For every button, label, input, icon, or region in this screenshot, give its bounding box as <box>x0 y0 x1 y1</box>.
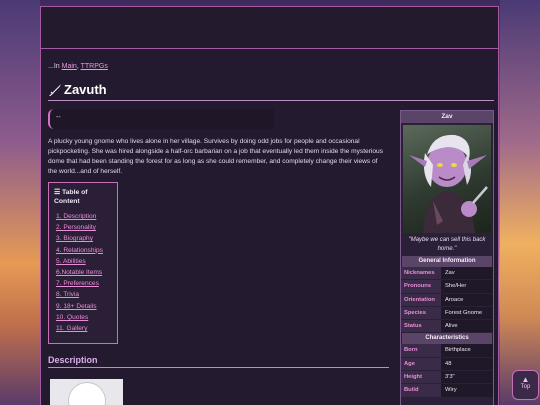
dagger-icon <box>49 83 61 96</box>
breadcrumb-prefix: ...In <box>48 63 60 70</box>
gnome-portrait-illustration <box>409 134 488 233</box>
infobox-value: She/Her <box>441 280 493 293</box>
character-portrait[interactable] <box>403 125 491 233</box>
page-title-text: Zavuth <box>64 82 107 97</box>
arrow-up-icon: ▲ <box>521 375 530 384</box>
infobox-value: 3'3" <box>441 371 493 384</box>
toc-item-description[interactable]: 1. Description <box>56 211 112 222</box>
infobox-row: Build Wiry <box>401 384 493 398</box>
infobox-key: Height <box>401 371 441 384</box>
infobox-value: Alive <box>441 320 493 333</box>
background-sky-left <box>0 0 40 405</box>
characteristics-heading: Characteristics <box>402 333 492 345</box>
toc-item-18-details[interactable]: 9. 18+ Details <box>56 301 112 312</box>
list-icon: ☰ <box>54 189 61 196</box>
infobox-row: Nicknames Zav <box>401 267 493 281</box>
infobox-row: Species Forest Gnome <box>401 306 493 321</box>
toc-item-relationships[interactable]: 4. Relationships <box>56 245 112 256</box>
infobox-key: Born <box>401 344 441 357</box>
infobox-key: Build <box>401 384 441 397</box>
infobox-value: Aroace <box>441 293 493 306</box>
infobox-row: Height 3'3" <box>401 371 493 385</box>
infobox-key: Age <box>401 357 441 371</box>
intro-paragraph: A plucky young gnome who lives alone in … <box>48 138 384 175</box>
toc-item-biography[interactable]: 3. Biography <box>56 233 112 244</box>
character-infobox: Zav "Maybe we can sell this back home." … <box>400 110 494 405</box>
toc-item-quotes[interactable]: 10. Quotes <box>56 312 112 323</box>
section-divider <box>48 367 389 368</box>
toc-item-trivia[interactable]: 8. Trivia <box>56 289 112 300</box>
quote-box: -- <box>48 109 274 129</box>
image-placeholder-icon <box>68 382 106 405</box>
infobox-row: Born Birthplace <box>401 344 493 358</box>
table-of-contents: ☰ Table of Content 1. Description 2. Per… <box>48 182 118 344</box>
infobox-value: Zav <box>441 267 493 280</box>
section-heading-description: Description <box>48 355 98 365</box>
breadcrumb: ...In Main, TTRPGs <box>48 63 108 70</box>
infobox-value: Birthplace <box>441 344 493 357</box>
toc-item-abilities[interactable]: 5. Abilities <box>56 256 112 267</box>
infobox-row: Age 48 <box>401 357 493 372</box>
infobox-key: Orientation <box>401 293 441 306</box>
breadcrumb-link-main[interactable]: Main <box>62 63 77 70</box>
article-page: ...In Main, TTRPGs Zavuth -- A plucky yo… <box>40 49 499 405</box>
infobox-row: Status Alive <box>401 320 493 334</box>
site-header <box>40 6 499 49</box>
toc-title: ☰ Table of Content <box>54 188 112 206</box>
back-to-top-button[interactable]: ▲ Top <box>512 370 539 400</box>
background-sky-right <box>500 0 540 405</box>
infobox-value: 48 <box>441 357 493 371</box>
toc-item-personality[interactable]: 2. Personality <box>56 222 112 233</box>
title-divider <box>48 100 494 101</box>
infobox-key: Nicknames <box>401 267 441 280</box>
infobox-title: Zav <box>401 111 493 123</box>
infobox-value: Wiry <box>441 384 493 397</box>
toc-item-gallery[interactable]: 11. Gallery <box>56 323 112 334</box>
infobox-value: Forest Gnome <box>441 306 493 320</box>
general-info-heading: General Information <box>402 256 492 267</box>
toc-title-text: Table of Content <box>54 189 88 205</box>
infobox-key: Species <box>401 306 441 320</box>
toc-item-preferences[interactable]: 7. Preferences <box>56 278 112 289</box>
description-image[interactable] <box>50 379 123 405</box>
infobox-row: Orientation Aroace <box>401 293 493 307</box>
toc-item-notable-items[interactable]: 6.Notable Items <box>56 267 112 278</box>
portrait-caption: "Maybe we can sell this back home." <box>408 237 486 252</box>
quote-text: -- <box>56 114 61 121</box>
breadcrumb-link-ttrpgs[interactable]: TTRPGs <box>81 63 108 70</box>
back-to-top-label: Top <box>520 384 531 390</box>
infobox-key: Status <box>401 320 441 333</box>
infobox-key: Pronouns <box>401 280 441 293</box>
infobox-row: Pronouns She/Her <box>401 280 493 294</box>
page-title: Zavuth <box>48 82 107 97</box>
